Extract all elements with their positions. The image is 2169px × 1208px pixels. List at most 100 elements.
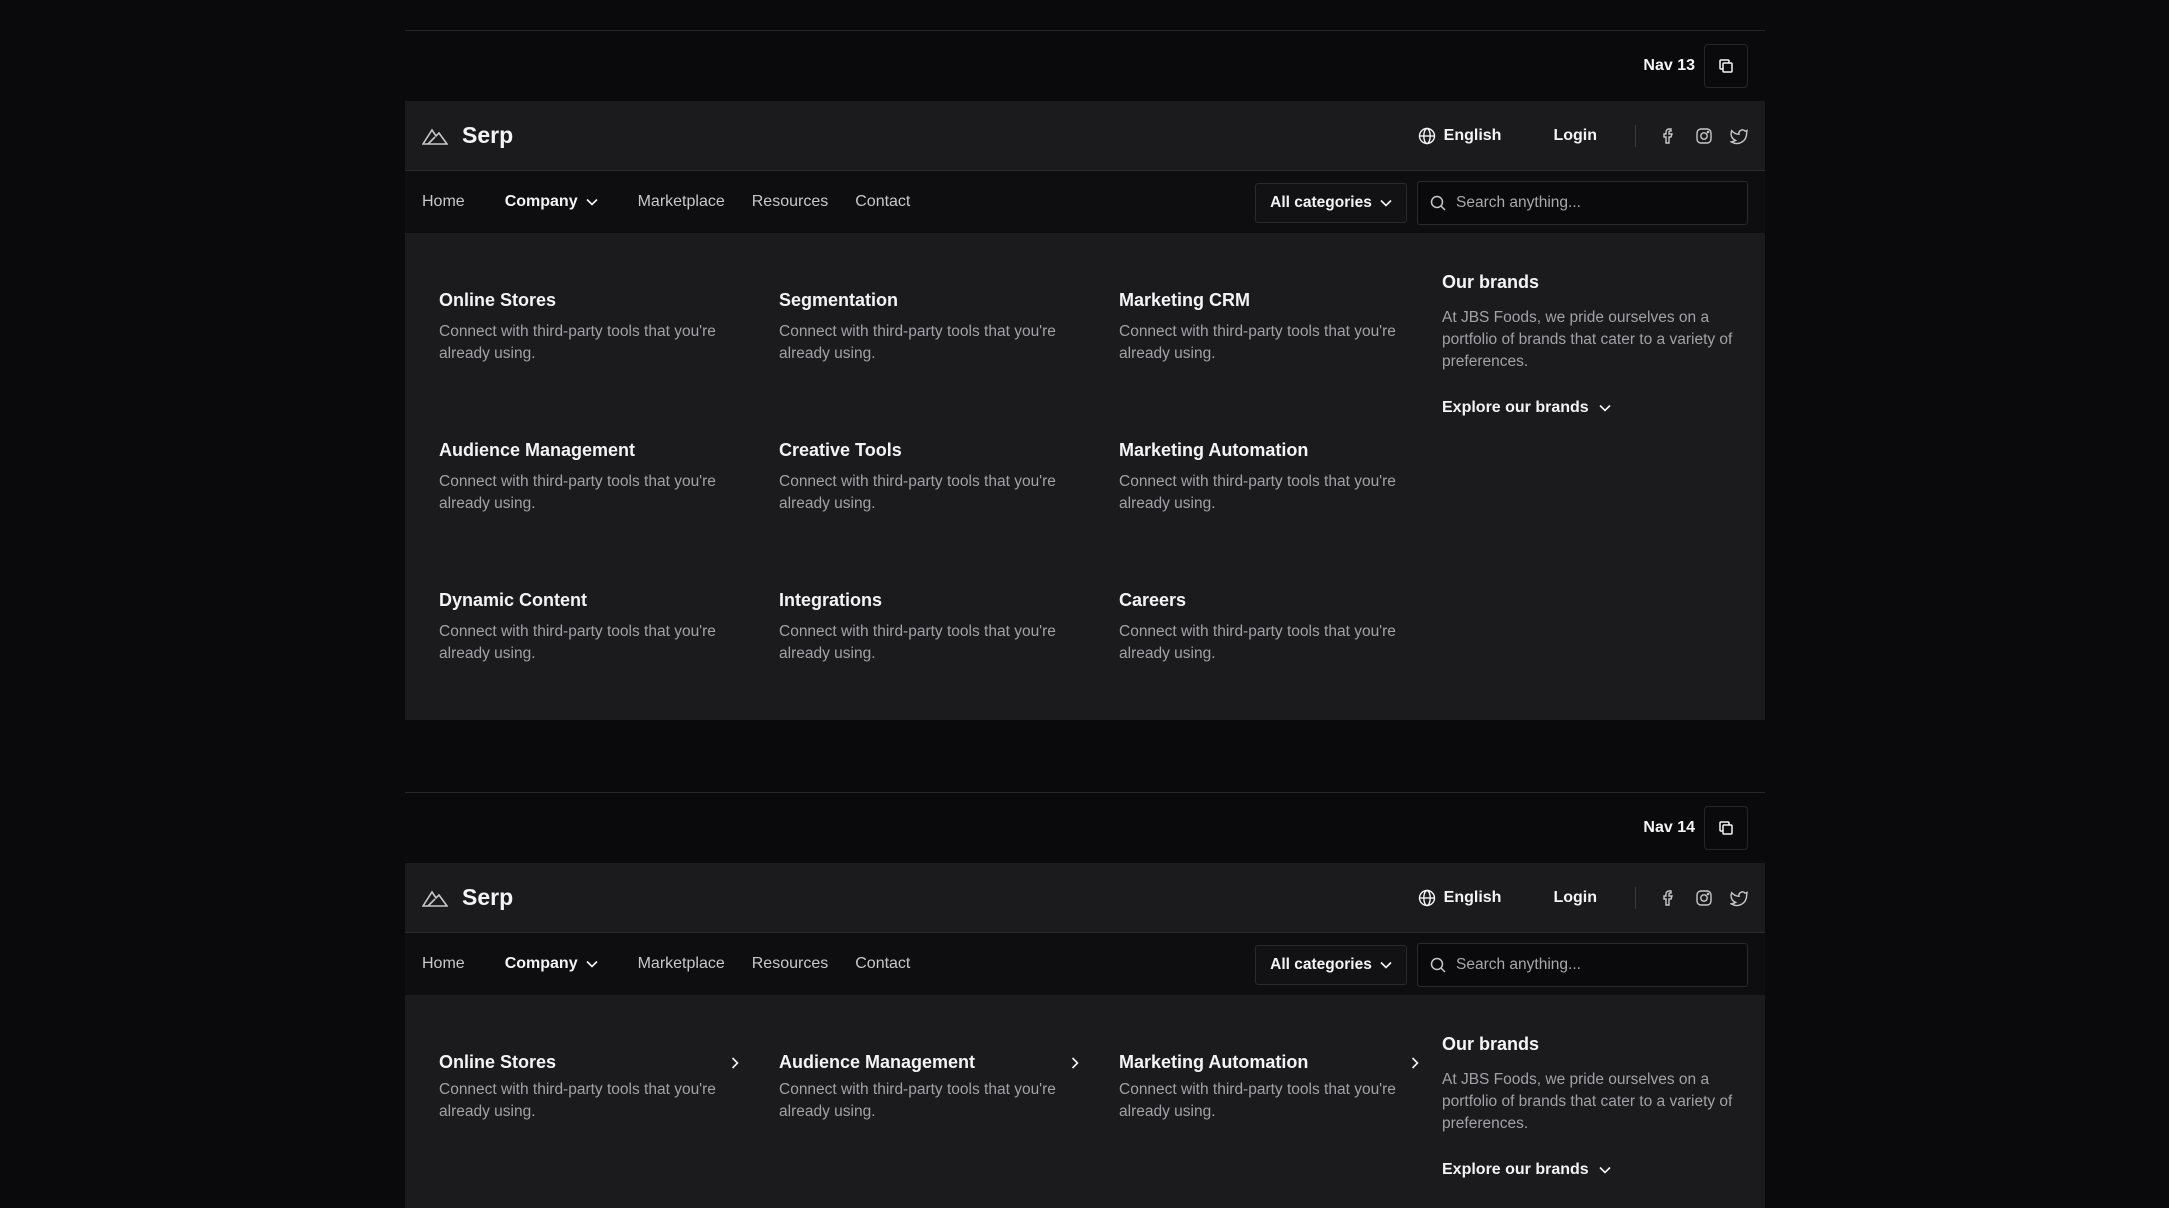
category-select-label: All categories [1270, 955, 1372, 973]
mega-menu: Online Stores Connect with third-party t… [405, 996, 1765, 1208]
brands-desc: At JBS Foods, we pride ourselves on a po… [1442, 1071, 1733, 1132]
copy-button[interactable] [1704, 806, 1748, 850]
language-switcher[interactable]: English [1418, 889, 1502, 907]
mountain-logo-icon [422, 890, 448, 907]
menu-item-title-text: Online Stores [439, 1052, 557, 1072]
menu-item-desc: Connect with third-party tools that you'… [439, 323, 716, 362]
menu-item-careers[interactable]: Careers Connect with third-party tools t… [1119, 590, 1419, 665]
brands-panel: Our brands At JBS Foods, we pride oursel… [1442, 272, 1742, 417]
nav-contact[interactable]: Contact [855, 955, 910, 973]
menu-item-title: Dynamic Content [439, 590, 588, 610]
menu-item-desc: Connect with third-party tools that you'… [439, 1081, 716, 1120]
nav-resources[interactable]: Resources [752, 955, 828, 973]
menu-item-segmentation[interactable]: Segmentation Connect with third-party to… [779, 290, 1079, 365]
chevron-down-icon [1380, 199, 1392, 207]
logo[interactable]: Serp [422, 884, 513, 911]
menu-item-audience-management[interactable]: Audience Management Connect with third-p… [439, 440, 739, 515]
language-label: English [1443, 127, 1502, 144]
login-link[interactable]: Login [1553, 889, 1597, 907]
copy-icon [1719, 59, 1733, 73]
menu-item-title: Marketing Automation [1119, 1052, 1419, 1073]
category-select-label: All categories [1270, 193, 1372, 211]
explore-brands-button[interactable]: Explore our brands [1442, 1161, 1742, 1179]
menu-item-marketing-crm[interactable]: Marketing CRM Connect with third-party t… [1119, 290, 1419, 365]
logo-text: Serp [462, 122, 514, 148]
nav-company[interactable]: Company [505, 955, 598, 973]
logo-text: Serp [462, 884, 514, 910]
menu-item-marketing-automation[interactable]: Marketing Automation Connect with third-… [1119, 440, 1419, 515]
facebook-icon[interactable] [1660, 889, 1678, 907]
separator [1635, 887, 1636, 909]
category-select[interactable]: All categories [1255, 944, 1407, 985]
main-nav: Home Company Marketplace Resources Conta… [405, 933, 1765, 996]
nav-company-label: Company [504, 193, 578, 210]
menu-item-title: Integrations [779, 590, 883, 610]
search-box [1417, 942, 1748, 987]
nav13-section: Nav 13 Serp English Login Home Company M… [405, 30, 1765, 720]
search-input[interactable] [1456, 193, 1726, 212]
section-label-row: Nav 14 [405, 793, 1765, 863]
facebook-icon[interactable] [1660, 127, 1678, 145]
nav-company[interactable]: Company [505, 193, 598, 211]
login-link[interactable]: Login [1553, 127, 1597, 145]
language-label: English [1443, 889, 1502, 906]
menu-item-marketing-automation[interactable]: Marketing Automation Connect with third-… [1119, 1052, 1419, 1123]
menu-item-dynamic-content[interactable]: Dynamic Content Connect with third-party… [439, 590, 739, 665]
top-bar: Serp English Login [405, 101, 1765, 171]
brands-desc: At JBS Foods, we pride ourselves on a po… [1442, 309, 1733, 370]
nav-home[interactable]: Home [422, 193, 465, 211]
nav-marketplace[interactable]: Marketplace [638, 193, 725, 211]
copy-icon [1719, 821, 1733, 835]
category-select[interactable]: All categories [1255, 182, 1407, 223]
menu-item-title-text: Audience Management [779, 1052, 976, 1072]
menu-item-creative-tools[interactable]: Creative Tools Connect with third-party … [779, 440, 1079, 515]
top-bar: Serp English Login [405, 863, 1765, 933]
menu-item-desc: Connect with third-party tools that you'… [1119, 623, 1396, 662]
search-box [1417, 180, 1748, 225]
menu-item-title: Audience Management [779, 1052, 1079, 1073]
nav-marketplace[interactable]: Marketplace [638, 955, 725, 973]
menu-item-online-stores[interactable]: Online Stores Connect with third-party t… [439, 290, 739, 365]
twitter-icon[interactable] [1730, 127, 1748, 145]
brands-panel: Our brands At JBS Foods, we pride oursel… [1442, 1034, 1742, 1179]
menu-item-desc: Connect with third-party tools that you'… [439, 473, 716, 512]
explore-brands-label: Explore our brands [1442, 399, 1589, 416]
menu-item-title-text: Marketing Automation [1119, 1052, 1309, 1072]
chevron-right-icon [1411, 1056, 1419, 1069]
chevron-down-icon [1599, 404, 1611, 412]
menu-item-title: Creative Tools [779, 440, 902, 460]
explore-brands-button[interactable]: Explore our brands [1442, 399, 1742, 417]
language-switcher[interactable]: English [1418, 127, 1502, 145]
nav-resources[interactable]: Resources [752, 193, 828, 211]
search-icon [1430, 957, 1446, 973]
instagram-icon[interactable] [1695, 127, 1713, 145]
menu-item-audience-management[interactable]: Audience Management Connect with third-p… [779, 1052, 1079, 1123]
instagram-icon[interactable] [1695, 889, 1713, 907]
menu-item-desc: Connect with third-party tools that you'… [779, 323, 1056, 362]
menu-item-title: Careers [1119, 590, 1187, 610]
menu-item-title: Audience Management [439, 440, 636, 460]
menu-item-desc: Connect with third-party tools that you'… [439, 623, 716, 662]
menu-item-title: Online Stores [439, 1052, 739, 1073]
search-input[interactable] [1456, 955, 1726, 974]
section-label: Nav 14 [1643, 819, 1695, 836]
chevron-down-icon [1599, 1166, 1611, 1174]
menu-item-integrations[interactable]: Integrations Connect with third-party to… [779, 590, 1079, 665]
twitter-icon[interactable] [1730, 889, 1748, 907]
menu-item-desc: Connect with third-party tools that you'… [779, 623, 1056, 662]
section-label-row: Nav 13 [405, 31, 1765, 101]
menu-item-title: Marketing Automation [1119, 440, 1309, 460]
menu-item-desc: Connect with third-party tools that you'… [1119, 1081, 1396, 1120]
menu-item-title: Segmentation [779, 290, 899, 310]
chevron-down-icon [1380, 961, 1392, 969]
nav-contact[interactable]: Contact [855, 193, 910, 211]
copy-button[interactable] [1704, 44, 1748, 88]
nav-home[interactable]: Home [422, 955, 465, 973]
menu-item-title: Online Stores [439, 290, 557, 310]
logo[interactable]: Serp [422, 122, 513, 149]
menu-item-desc: Connect with third-party tools that you'… [1119, 323, 1396, 362]
explore-brands-label: Explore our brands [1442, 1161, 1589, 1178]
menu-item-desc: Connect with third-party tools that you'… [779, 473, 1056, 512]
menu-item-online-stores[interactable]: Online Stores Connect with third-party t… [439, 1052, 739, 1123]
brands-title: Our brands [1442, 1034, 1540, 1054]
